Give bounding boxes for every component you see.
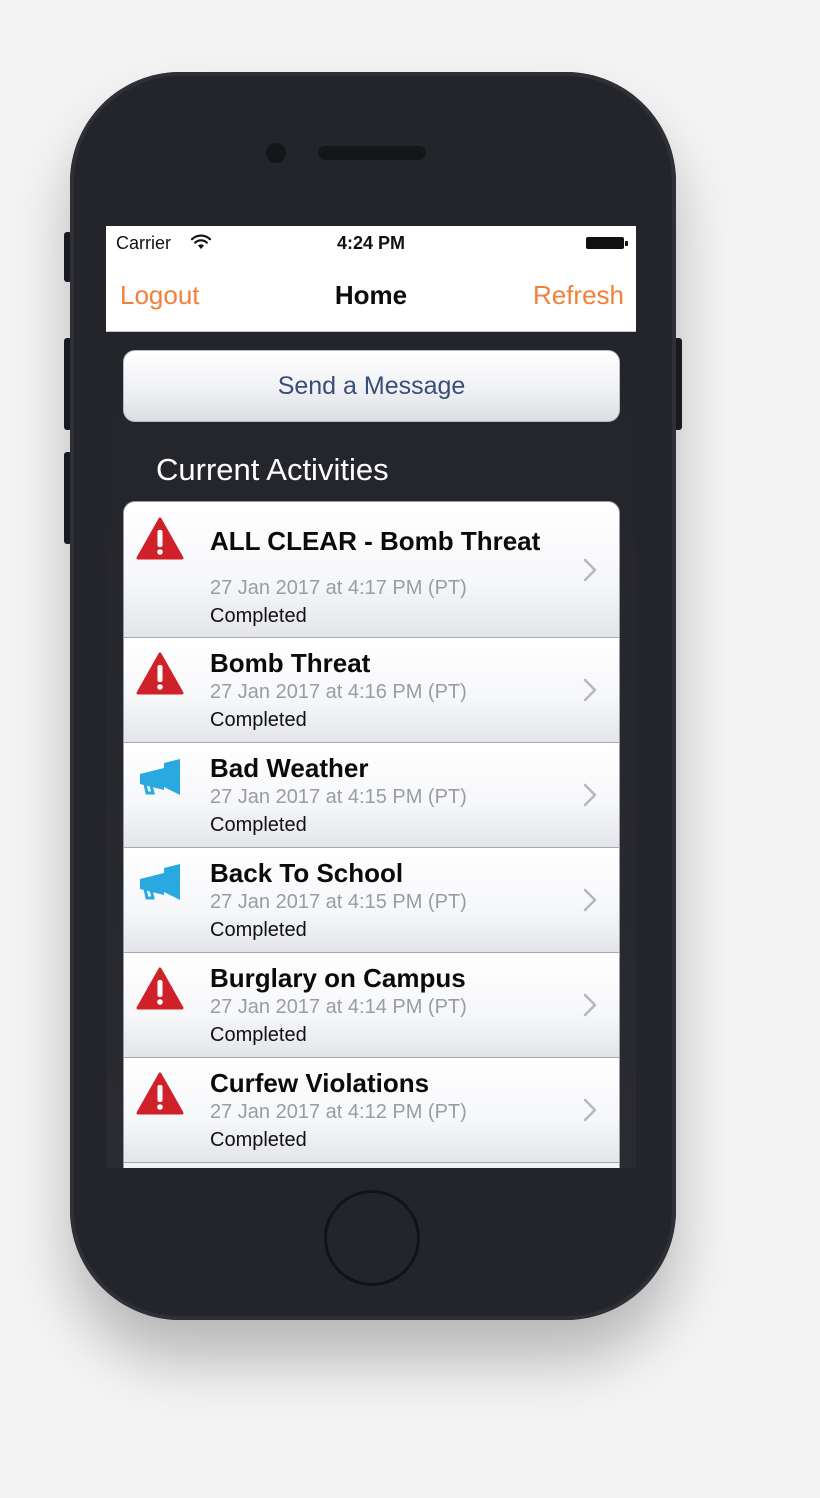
activity-timestamp: 27 Jan 2017 at 4:16 PM (PT) [210, 681, 467, 703]
activity-row[interactable]: Bomb Threat 27 Jan 2017 at 4:16 PM (PT) Co… [124, 638, 619, 743]
activity-list: ALL CLEAR - Bomb Threat 27 Jan 2017 at 4:… [123, 501, 620, 1168]
activity-row[interactable]: Burglary on Campus 27 Jan 2017 at 4:14 PM… [124, 953, 619, 1058]
activity-row[interactable]: ALL CLEAR - Bomb Threat 27 Jan 2017 at 4:… [124, 502, 619, 638]
navigation-bar: Logout Home Refresh [106, 260, 636, 332]
section-title: Current Activities [156, 452, 389, 487]
activity-timestamp: 27 Jan 2017 at 4:15 PM (PT) [210, 891, 467, 913]
app-screen: Carrier 4:24 PM Logout Home Refresh Send… [106, 226, 636, 1168]
home-button [324, 1190, 420, 1286]
activity-timestamp: 27 Jan 2017 at 4:17 PM (PT) [210, 577, 467, 599]
chevron-right-icon [583, 888, 597, 912]
activity-status: Completed [210, 919, 307, 941]
megaphone-icon [136, 862, 184, 906]
warning-icon [136, 517, 184, 561]
chevron-right-icon [583, 678, 597, 702]
battery-icon [586, 237, 628, 249]
activity-status: Completed [210, 814, 307, 836]
activity-timestamp: 27 Jan 2017 at 4:12 PM (PT) [210, 1101, 467, 1123]
status-time: 4:24 PM [336, 233, 406, 253]
chevron-right-icon [583, 993, 597, 1017]
activity-timestamp: 27 Jan 2017 at 4:14 PM (PT) [210, 996, 467, 1018]
activity-row[interactable]: Curfew Violations 27 Jan 2017 at 4:12 PM … [124, 1058, 619, 1163]
megaphone-icon [136, 757, 184, 801]
refresh-button[interactable]: Refresh [533, 280, 624, 311]
activity-row[interactable]: Bad Weather 27 Jan 2017 at 4:15 PM (PT) Co… [124, 743, 619, 848]
chevron-right-icon [583, 558, 597, 582]
activity-status: Completed [210, 1024, 307, 1046]
front-camera [266, 143, 286, 163]
send-message-button[interactable]: Send a Message [123, 350, 620, 422]
phone-mockup: Carrier 4:24 PM Logout Home Refresh Send… [0, 0, 820, 1498]
activity-row[interactable]: Back To School 27 Jan 2017 at 4:15 PM (PT… [124, 848, 619, 953]
chevron-right-icon [583, 783, 597, 807]
activity-title: ALL CLEAR - Bomb Threat [210, 526, 541, 556]
activity-status: Completed [210, 1129, 307, 1151]
activity-title: Bad Weather [210, 753, 369, 783]
activity-status: Completed [210, 709, 307, 731]
activity-title: Back To School [210, 858, 404, 888]
chevron-right-icon [583, 1098, 597, 1122]
warning-icon [136, 967, 184, 1011]
activity-title: Curfew Violations [210, 1068, 430, 1098]
earpiece-speaker [318, 146, 426, 160]
status-bar: Carrier 4:24 PM [106, 226, 636, 260]
warning-icon [136, 1072, 184, 1116]
warning-icon [136, 652, 184, 696]
activity-status: Completed [210, 605, 307, 627]
activity-title: Burglary on Campus [210, 963, 466, 993]
activity-timestamp: 27 Jan 2017 at 4:15 PM (PT) [210, 786, 467, 808]
activity-title: Bomb Threat [210, 648, 371, 678]
